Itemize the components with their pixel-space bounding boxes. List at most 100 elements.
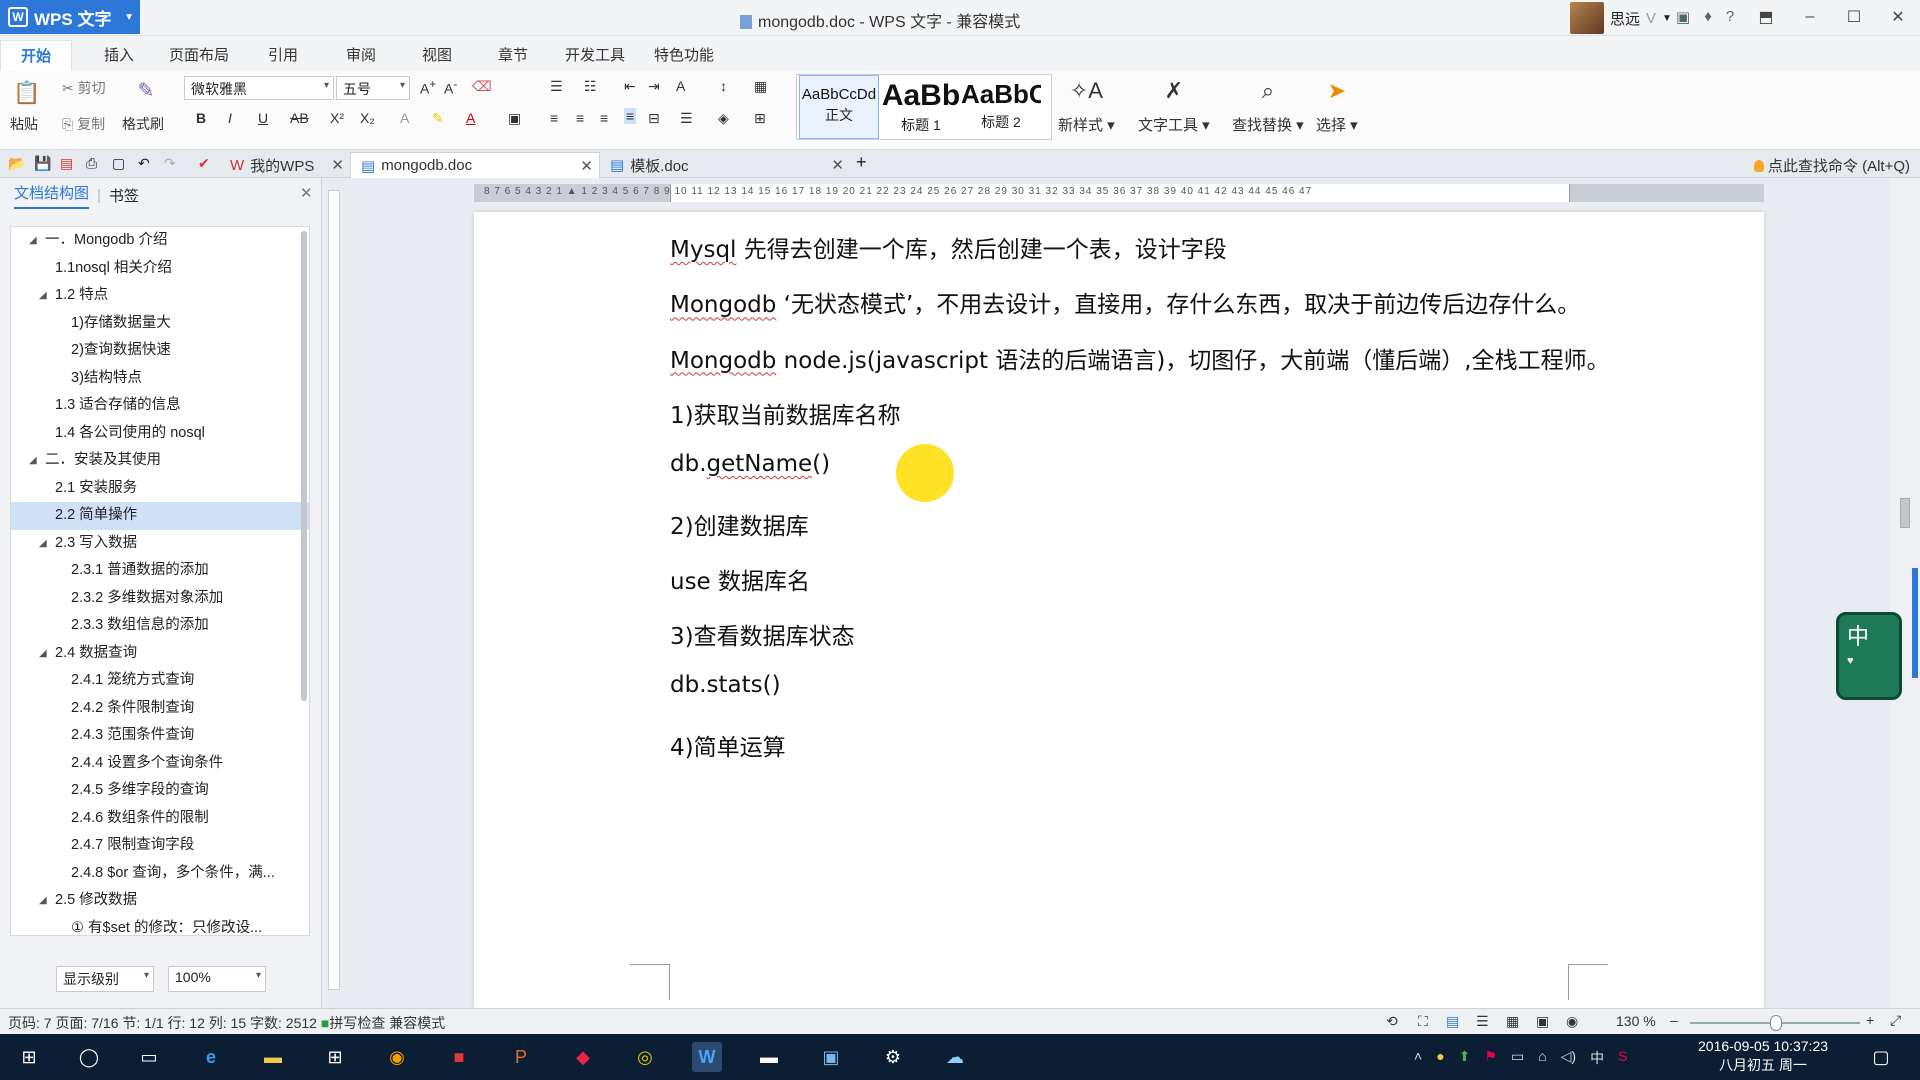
cut-button[interactable]: ✂ 剪切 [62,78,106,98]
print-preview-icon[interactable]: ▢ [112,155,125,172]
subscript-icon[interactable]: X₂ [360,110,375,126]
close-button[interactable]: ✕ [1876,0,1920,34]
tab-review[interactable]: 审阅 [346,44,376,65]
settings-icon[interactable]: ⚙ [878,1042,908,1072]
outline-item[interactable]: 2.4.5 多维字段的查询 [11,777,309,805]
new-style-button[interactable]: ✧A 新样式 ▾ [1058,76,1115,135]
tab-developer[interactable]: 开发工具 [565,44,625,65]
undo-icon[interactable]: ↶ [138,155,150,172]
outline-item[interactable]: 2.3.3 数组信息的添加 [11,612,309,640]
outline-item[interactable]: 2.4.7 限制查询字段 [11,832,309,860]
user-account[interactable]: 思远 V ▼ [1570,2,1672,34]
network-icon[interactable]: ⌂ [1538,1048,1546,1068]
document-paragraph[interactable]: Mongodb node.js(javascript 语法的后端语言)，切图仔，… [670,341,1610,375]
document-paragraph[interactable]: 3)查看数据库状态 [670,617,855,651]
copy-button[interactable]: ⎘ 复制 [62,114,105,134]
new-tab-button[interactable]: + [856,152,867,173]
nav-zoom-select[interactable]: 100% [168,966,266,992]
document-paragraph[interactable]: db.getName() [670,451,830,477]
shading-icon[interactable]: ◈ [718,110,729,127]
outline-item[interactable]: 2.4.1 笼统方式查询 [11,667,309,695]
increase-indent-icon[interactable]: ⇥ [648,78,660,95]
reading-view-icon[interactable]: ▣ [1536,1013,1549,1030]
maximize-button[interactable]: ☐ [1832,0,1876,34]
char-shading-icon[interactable]: ▣ [508,110,521,127]
outline-item[interactable]: ◢ 2.4 数据查询 [11,640,309,668]
number-list-icon[interactable]: ☷ [584,78,597,95]
sogou-icon[interactable]: S [1618,1048,1627,1068]
outline-item[interactable]: 1.3 适合存储的信息 [11,392,309,420]
tab-page-layout[interactable]: 页面布局 [169,44,229,65]
tab-chapter[interactable]: 章节 [498,44,528,65]
highlight-icon[interactable]: ✎ [432,110,444,127]
paste-button[interactable]: 粘贴 [10,114,38,134]
outline-item[interactable]: 2.3.2 多维数据对象添加 [11,585,309,613]
youdao-icon[interactable]: ■ [444,1042,474,1072]
store-icon[interactable]: ⊞ [320,1042,350,1072]
antivirus-icon[interactable]: ⚑ [1484,1048,1497,1068]
tab-outline[interactable]: 文档结构图 [14,182,90,209]
format-painter-button[interactable]: 格式刷 [122,114,164,134]
side-tab[interactable] [1912,568,1918,678]
zoom-out-icon[interactable]: – [1670,1012,1678,1028]
horizontal-ruler[interactable]: 8 7 6 5 4 3 2 1 ▲ 1 2 3 4 5 6 7 8 9 10 1… [474,184,1764,202]
text-tools-button[interactable]: ✗ 文字工具 ▾ [1138,76,1210,135]
expand-arrow-icon[interactable]: ◢ [29,447,37,475]
tray-app-icon[interactable]: ● [1436,1048,1444,1068]
document-paragraph[interactable]: Mysql 先得去创建一个库，然后创建一个表，设计字段 [670,230,1227,264]
font-name-select[interactable]: 微软雅黑 [184,76,334,100]
ime-widget[interactable]: 中 ♥ [1836,612,1902,700]
web-app-icon[interactable]: ▣ [816,1042,846,1072]
chinese-layout-icon[interactable]: A [676,78,685,94]
outline-item[interactable]: ◢ 二．安装及其使用 [11,447,309,475]
page-view-icon[interactable]: ▤ [1446,1013,1459,1030]
outline-item[interactable]: 1.1nosql 相关介绍 [11,255,309,283]
expand-arrow-icon[interactable]: ◢ [39,530,47,558]
document-paragraph[interactable]: 1)获取当前数据库名称 [670,396,901,430]
fullscreen-icon[interactable]: ⬒ [1744,0,1788,34]
minimize-button[interactable]: – [1788,0,1832,34]
brush-icon[interactable]: ✎ [132,76,160,104]
pdf-icon[interactable]: ▤ [60,155,73,172]
expand-arrow-icon[interactable]: ◢ [39,640,47,668]
edge-icon[interactable]: e [196,1042,226,1072]
tab-reference[interactable]: 引用 [268,44,298,65]
tab-my-wps[interactable]: W 我的WPS ✕ [220,152,350,178]
outline-item[interactable]: 2.3.1 普通数据的添加 [11,557,309,585]
outline-item[interactable]: 3)结构特点 [11,365,309,393]
terminal-icon[interactable]: ▬ [754,1042,784,1072]
font-color-icon[interactable]: A [466,110,475,126]
font-size-select[interactable]: 五号 [336,76,410,100]
decrease-indent-icon[interactable]: ⇤ [624,78,636,95]
shirt-icon[interactable]: ♦ [1704,8,1712,26]
update-icon[interactable]: ⬆ [1459,1048,1471,1068]
style-heading1[interactable]: AaBb 标题 1 [881,75,961,139]
strikethrough-icon[interactable]: AB [290,110,309,126]
windows-start-icon[interactable]: ⊞ [14,1042,44,1072]
chevron-up-icon[interactable]: ˄ [1414,1048,1422,1068]
style-normal[interactable]: AaBbCcDd 正文 [799,75,879,139]
expand-arrow-icon[interactable]: ◢ [39,887,47,915]
battery-icon[interactable]: ▭ [1511,1048,1524,1068]
zoom-slider-thumb[interactable] [1770,1015,1782,1031]
outline-item[interactable]: ◢ 2.3 写入数据 [11,530,309,558]
superscript-icon[interactable]: X² [330,110,344,126]
outline-item[interactable]: 2.2 简单操作 [11,502,309,530]
status-page[interactable]: 页面: 7/16 [55,1015,118,1031]
outline-item[interactable]: ◢ 一．Mongodb 介绍 [11,227,309,255]
italic-icon[interactable]: I [228,110,232,126]
close-icon[interactable]: ✕ [331,156,344,174]
justify-icon[interactable]: ≡ [624,108,637,124]
document-paragraph[interactable]: use 数据库名 [670,562,810,596]
tab-bookmark[interactable]: 书签 [109,185,139,206]
clear-format-icon[interactable]: ⌫ [472,78,492,95]
file-explorer-icon[interactable]: ▬ [258,1042,288,1072]
close-icon[interactable]: ✕ [831,156,844,174]
outline-scrollbar[interactable] [301,231,307,701]
wps-presentation-icon[interactable]: P [506,1042,536,1072]
grow-font-icon[interactable]: A+ [420,78,436,97]
bold-icon[interactable]: B [196,110,206,126]
quick-access-icon[interactable]: ✔ [198,155,210,172]
tab-view[interactable]: 视图 [422,44,452,65]
vertical-scrollbar[interactable] [1890,178,1920,1008]
